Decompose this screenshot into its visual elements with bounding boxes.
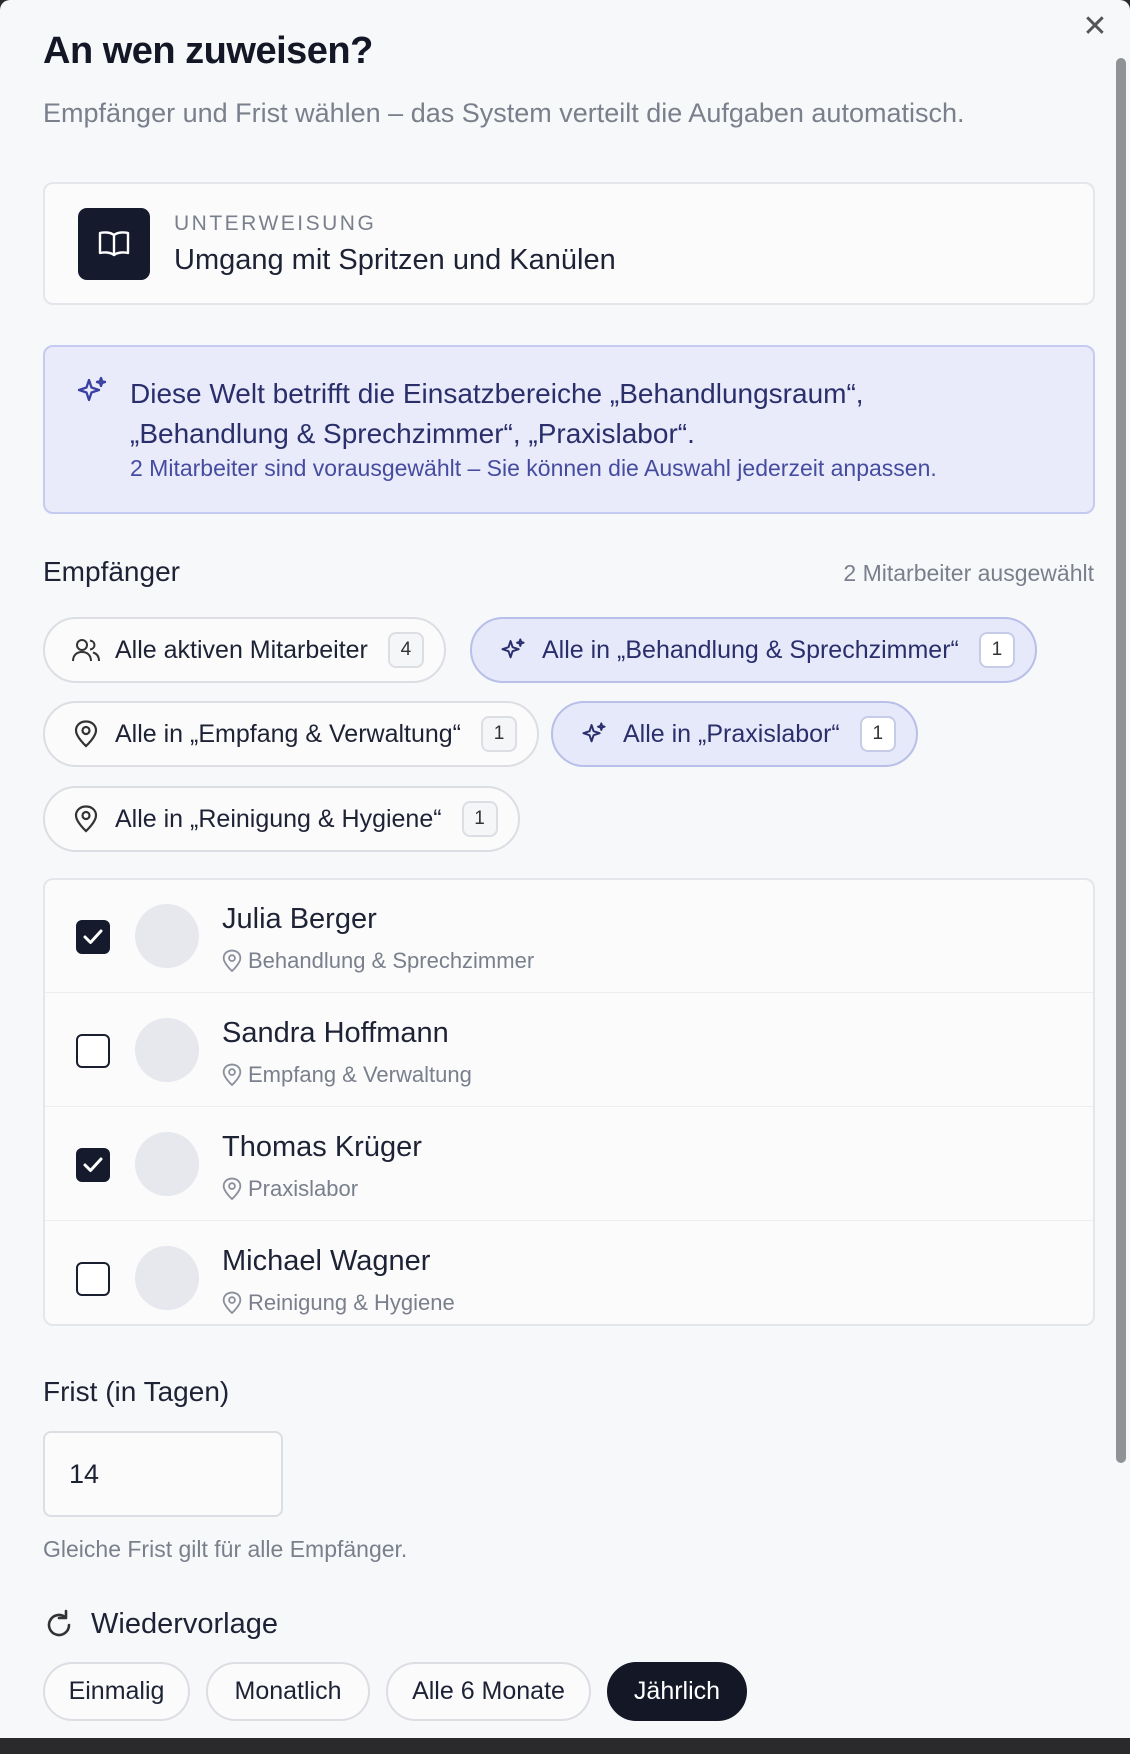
check-icon	[83, 1157, 103, 1172]
chip-count: 1	[859, 716, 896, 752]
selected-count: 2 Mitarbeiter ausgewählt	[843, 560, 1094, 586]
deadline-label: Frist (in Tagen)	[43, 1376, 230, 1407]
refresh-icon	[43, 1609, 75, 1646]
person-location: Empfang & Verwaltung	[222, 1062, 472, 1088]
checkbox[interactable]	[76, 1034, 110, 1068]
chip-count: 1	[978, 632, 1015, 668]
map-pin-icon	[222, 1291, 242, 1315]
avatar	[135, 904, 199, 968]
recipient-list: Julia Berger Behandlung & Sprechzimmer S…	[43, 878, 1095, 1326]
chip-label: Alle in „Reinigung & Hygiene“	[115, 804, 442, 833]
avatar	[135, 1246, 199, 1310]
map-pin-icon	[222, 1177, 242, 1201]
check-icon	[83, 929, 103, 944]
sparkles-icon	[76, 375, 108, 412]
recurrence-label: Wiedervorlage	[91, 1608, 278, 1640]
chip-behandlung[interactable]: Alle in „Behandlung & Sprechzimmer“ 1	[470, 617, 1037, 683]
course-name: Umgang mit Spritzen und Kanülen	[174, 244, 616, 276]
chip-count: 1	[481, 716, 518, 752]
map-pin-icon	[71, 719, 101, 749]
list-item[interactable]: Sandra Hoffmann Empfang & Verwaltung	[45, 994, 1093, 1107]
sparkles-icon	[498, 635, 528, 665]
chip-label: Alle in „Behandlung & Sprechzimmer“	[542, 635, 959, 664]
chip-praxislabor[interactable]: Alle in „Praxislabor“ 1	[551, 701, 918, 767]
chip-count: 4	[387, 632, 424, 668]
avatar	[135, 1018, 199, 1082]
person-name: Michael Wagner	[222, 1245, 431, 1277]
info-text: Diese Welt betrifft die Einsatzbereiche …	[130, 378, 864, 449]
list-item[interactable]: Michael Wagner Reinigung & Hygiene	[45, 1222, 1093, 1324]
list-item[interactable]: Thomas Krüger Praxislabor	[45, 1108, 1093, 1221]
sparkles-icon	[579, 719, 609, 749]
chip-label: Alle aktiven Mitarbeiter	[115, 635, 368, 664]
recipients-label: Empfänger	[43, 556, 180, 587]
map-pin-icon	[71, 804, 101, 834]
recurrence-option-monatlich[interactable]: Monatlich	[206, 1662, 370, 1721]
recurrence-option-jaehrlich[interactable]: Jährlich	[607, 1662, 747, 1721]
checkbox[interactable]	[76, 1262, 110, 1296]
chip-label: Alle in „Empfang & Verwaltung“	[115, 719, 462, 748]
map-pin-icon	[222, 1063, 242, 1087]
book-open-icon	[78, 208, 150, 280]
person-name: Thomas Krüger	[222, 1131, 422, 1163]
close-icon[interactable]: ✕	[1078, 10, 1112, 44]
person-name: Julia Berger	[222, 903, 377, 935]
recurrence-option-6-monate[interactable]: Alle 6 Monate	[386, 1662, 591, 1721]
info-banner: Diese Welt betrifft die Einsatzbereiche …	[43, 345, 1095, 514]
chip-label: Alle in „Praxislabor“	[623, 719, 840, 748]
deadline-hint: Gleiche Frist gilt für alle Empfänger.	[43, 1536, 408, 1562]
users-icon	[71, 635, 101, 665]
chip-reinigung[interactable]: Alle in „Reinigung & Hygiene“ 1	[43, 786, 520, 852]
recurrence-option-einmalig[interactable]: Einmalig	[43, 1662, 190, 1721]
person-location: Behandlung & Sprechzimmer	[222, 948, 534, 974]
chip-count: 1	[461, 801, 498, 837]
checkbox[interactable]	[76, 920, 110, 954]
assign-dialog: ✕ An wen zuweisen? Empfänger und Frist w…	[0, 0, 1130, 1738]
person-location: Praxislabor	[222, 1176, 358, 1202]
course-type: UNTERWEISUNG	[174, 212, 377, 235]
course-card: UNTERWEISUNG Umgang mit Spritzen und Kan…	[43, 182, 1095, 305]
map-pin-icon	[222, 949, 242, 973]
avatar	[135, 1132, 199, 1196]
deadline-input[interactable]	[43, 1431, 283, 1517]
info-subtext: 2 Mitarbeiter sind vorausgewählt – Sie k…	[130, 455, 937, 481]
chip-empfang[interactable]: Alle in „Empfang & Verwaltung“ 1	[43, 701, 540, 767]
list-item[interactable]: Julia Berger Behandlung & Sprechzimmer	[45, 880, 1093, 993]
person-name: Sandra Hoffmann	[222, 1017, 449, 1049]
checkbox[interactable]	[76, 1148, 110, 1182]
person-location: Reinigung & Hygiene	[222, 1290, 455, 1316]
dialog-title: An wen zuweisen?	[43, 30, 373, 72]
dialog-subtitle: Empfänger und Frist wählen – das System …	[43, 98, 965, 128]
chip-all-active[interactable]: Alle aktiven Mitarbeiter 4	[43, 617, 446, 683]
scrollbar[interactable]	[1116, 58, 1126, 1463]
